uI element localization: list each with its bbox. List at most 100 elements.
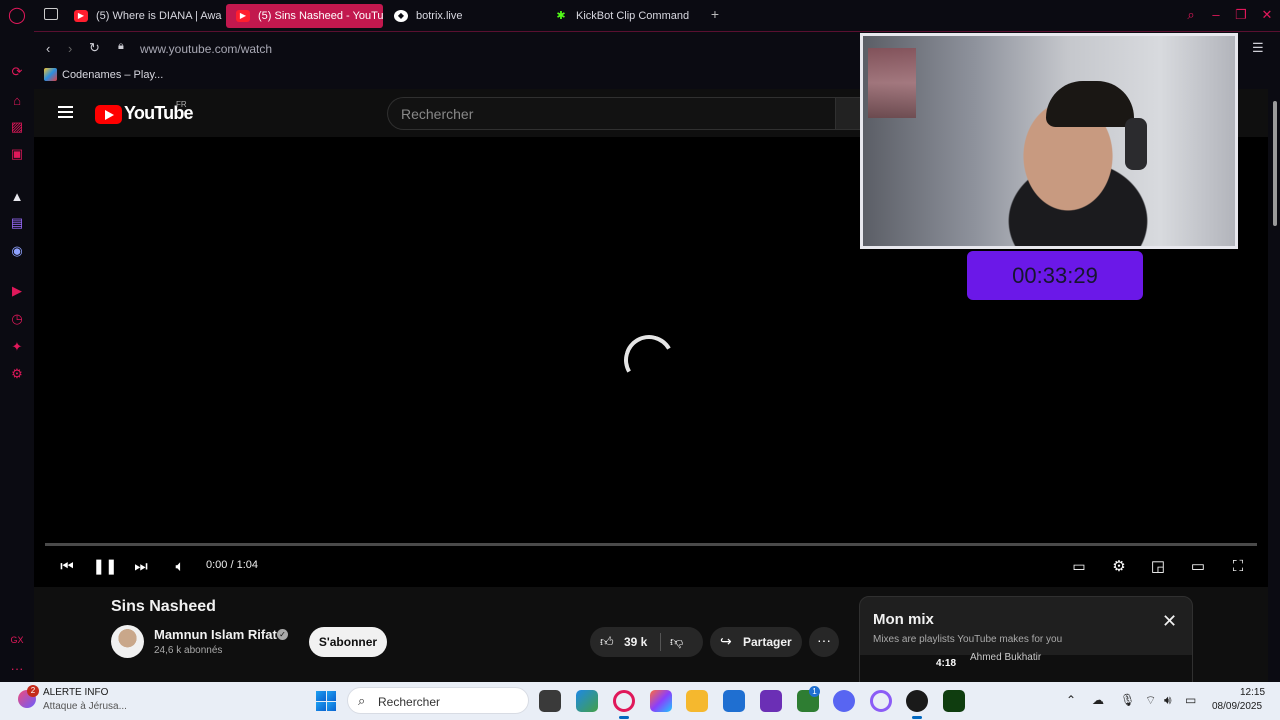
opera-logo-icon[interactable]: ◯ [8,7,26,24]
pause-icon[interactable]: ❚❚ [92,556,117,576]
player-icon[interactable]: ▶ [9,283,25,299]
progress-bar[interactable] [45,543,1257,546]
video-title: Sins Nasheed [111,598,216,615]
country-code: FR [176,100,187,109]
tab-botrix[interactable]: ◆ botrix.live [384,4,544,28]
botrix-icon: ◆ [394,10,408,22]
discord-icon[interactable] [833,690,855,712]
taskbar-search-input[interactable]: ⌕ Rechercher [347,687,529,714]
kick-icon[interactable] [943,690,965,712]
active-indicator [619,716,629,719]
battery-icon[interactable]: ▭ [1185,693,1196,707]
fullscreen-icon[interactable]: ⛶ [1228,556,1248,576]
obs-icon[interactable] [906,690,928,712]
divider [660,633,661,651]
windows-start-icon[interactable] [316,691,336,711]
streamer-hair [1046,81,1134,127]
previous-icon[interactable]: ⏮ [58,556,76,576]
search-input[interactable]: Rechercher [387,97,835,130]
channel-name[interactable]: Mamnun Islam Rifat [154,627,277,642]
miniplayer-icon[interactable]: ◲ [1148,556,1168,576]
close-icon[interactable]: ✕ [1162,611,1177,632]
more-actions-button[interactable]: ··· [809,627,839,657]
tab-menu-icon[interactable] [44,8,58,20]
news-title[interactable]: ALERTE INFO [43,687,108,698]
like-count[interactable]: 39 k [624,635,647,649]
bookmark-codenames[interactable]: Codenames – Play... [62,69,163,81]
close-window-button[interactable]: ✕ [1258,7,1276,23]
sidebar-more-icon[interactable]: ··· [9,660,25,676]
tab-kickbot[interactable]: ✱ KickBot Clip Command [544,4,704,28]
wifi-icon[interactable]: ⌔ [1145,693,1156,708]
volume-tray-icon[interactable]: 🔊︎ [1164,693,1172,708]
store-icon[interactable] [723,690,745,712]
reload-icon[interactable]: ↻ [89,40,100,56]
theater-mode-icon[interactable]: ▭ [1188,556,1208,576]
menu-icon[interactable] [58,106,73,118]
microphone-icon[interactable]: 🎙︎ [1120,693,1135,707]
photos-icon[interactable] [576,690,598,712]
avatar[interactable] [111,625,144,658]
minimize-button[interactable]: – [1207,7,1225,22]
share-icon: ↪ [720,633,732,649]
browser-sidebar: ◯ ⟳ ⌂ ▨ ▣ ▲ ▤ ◉ ▶ ◷ ✦ ⚙ GX ··· [0,0,34,682]
extensions-icon[interactable]: ✦ [9,339,25,355]
back-icon[interactable]: ‹ [46,41,50,56]
webcam-overlay [860,33,1238,249]
subtitles-icon[interactable]: ▭ [1069,556,1089,576]
task-view-icon[interactable] [539,690,561,712]
xbox-badge: 1 [809,686,820,697]
mix-item-duration: 4:18 [936,658,957,669]
gx-store-icon[interactable]: GX [9,632,25,648]
time-display: 0:00 / 1:04 [206,559,258,571]
clock-date[interactable]: 08/09/2025 [1212,701,1262,712]
news-subtitle[interactable]: Attaque à Jérusa... [43,701,127,712]
easy-setup-icon[interactable]: ☰ [1252,40,1264,56]
subscriber-count: 24,6 k abonnés [154,645,223,656]
music-player-icon[interactable]: ▣ [9,146,25,162]
settings-gear-icon[interactable]: ⚙ [1109,556,1129,576]
video-info: Sins Nasheed Mamnun Islam Rifat ✓ 24,6 k… [34,587,1268,682]
kickbot-icon: ✱ [556,10,566,22]
dislike-icon[interactable]: 👎︎ [670,634,683,650]
page-scrollbar[interactable] [1270,89,1280,682]
discord-icon[interactable]: ◉ [9,243,25,259]
opera-icon[interactable] [870,690,892,712]
history-icon[interactable]: ◷ [9,311,25,327]
subscribe-button[interactable]: S'abonner [309,627,387,657]
search-tabs-icon[interactable]: ⌕ [1182,7,1200,23]
share-button[interactable]: ↪ Partager [710,627,802,657]
taskbar-search-placeholder: Rechercher [378,695,441,709]
restore-button[interactable]: ❐ [1232,7,1250,23]
volume-icon[interactable]: 🔈︎ [171,556,189,576]
mix-item-artist[interactable]: Ahmed Bukhatir [970,652,1041,663]
opera-gx-icon[interactable] [613,690,635,712]
file-explorer-icon[interactable] [686,690,708,712]
new-tab-button[interactable]: + [708,7,722,22]
settings-icon[interactable]: ⚙ [9,366,25,382]
lock-icon: 🔒︎ [118,40,124,52]
like-icon[interactable]: 👍︎ [600,634,614,650]
tray-chevron-icon[interactable]: ⌃ [1066,693,1076,707]
gx-control-icon[interactable]: ⌂ [9,92,25,108]
forward-icon[interactable]: › [68,41,72,56]
taskbar: 2 ALERTE INFO Attaque à Jérusa... ⌕ Rech… [0,682,1280,720]
youtube-icon: ▶ [236,10,250,22]
next-icon[interactable]: ⏭ [132,556,150,576]
gx-corner-icon[interactable]: ▨ [9,119,25,135]
youtube-logo-icon[interactable] [95,105,122,124]
share-label: Partager [743,635,792,649]
clock-time[interactable]: 12:15 [1240,687,1265,698]
onedrive-icon[interactable]: ☁ [1092,693,1104,707]
copilot-icon[interactable] [650,690,672,712]
wall-poster [868,48,916,118]
scroll-thumb[interactable] [1273,101,1277,226]
youtube-icon: ▶ [74,10,88,22]
twitch-icon[interactable]: ▤ [9,215,25,231]
tab-sins-nasheed[interactable]: ▶ (5) Sins Nasheed - YouTu [226,4,383,28]
speed-dial-icon[interactable]: ⟳ [9,64,25,80]
aria-icon[interactable]: ▲ [9,188,25,204]
mix-panel: Mon mix Mixes are playlists YouTube make… [859,596,1193,682]
url-field[interactable]: www.youtube.com/watch [140,42,272,56]
privacy-app-icon[interactable] [760,690,782,712]
